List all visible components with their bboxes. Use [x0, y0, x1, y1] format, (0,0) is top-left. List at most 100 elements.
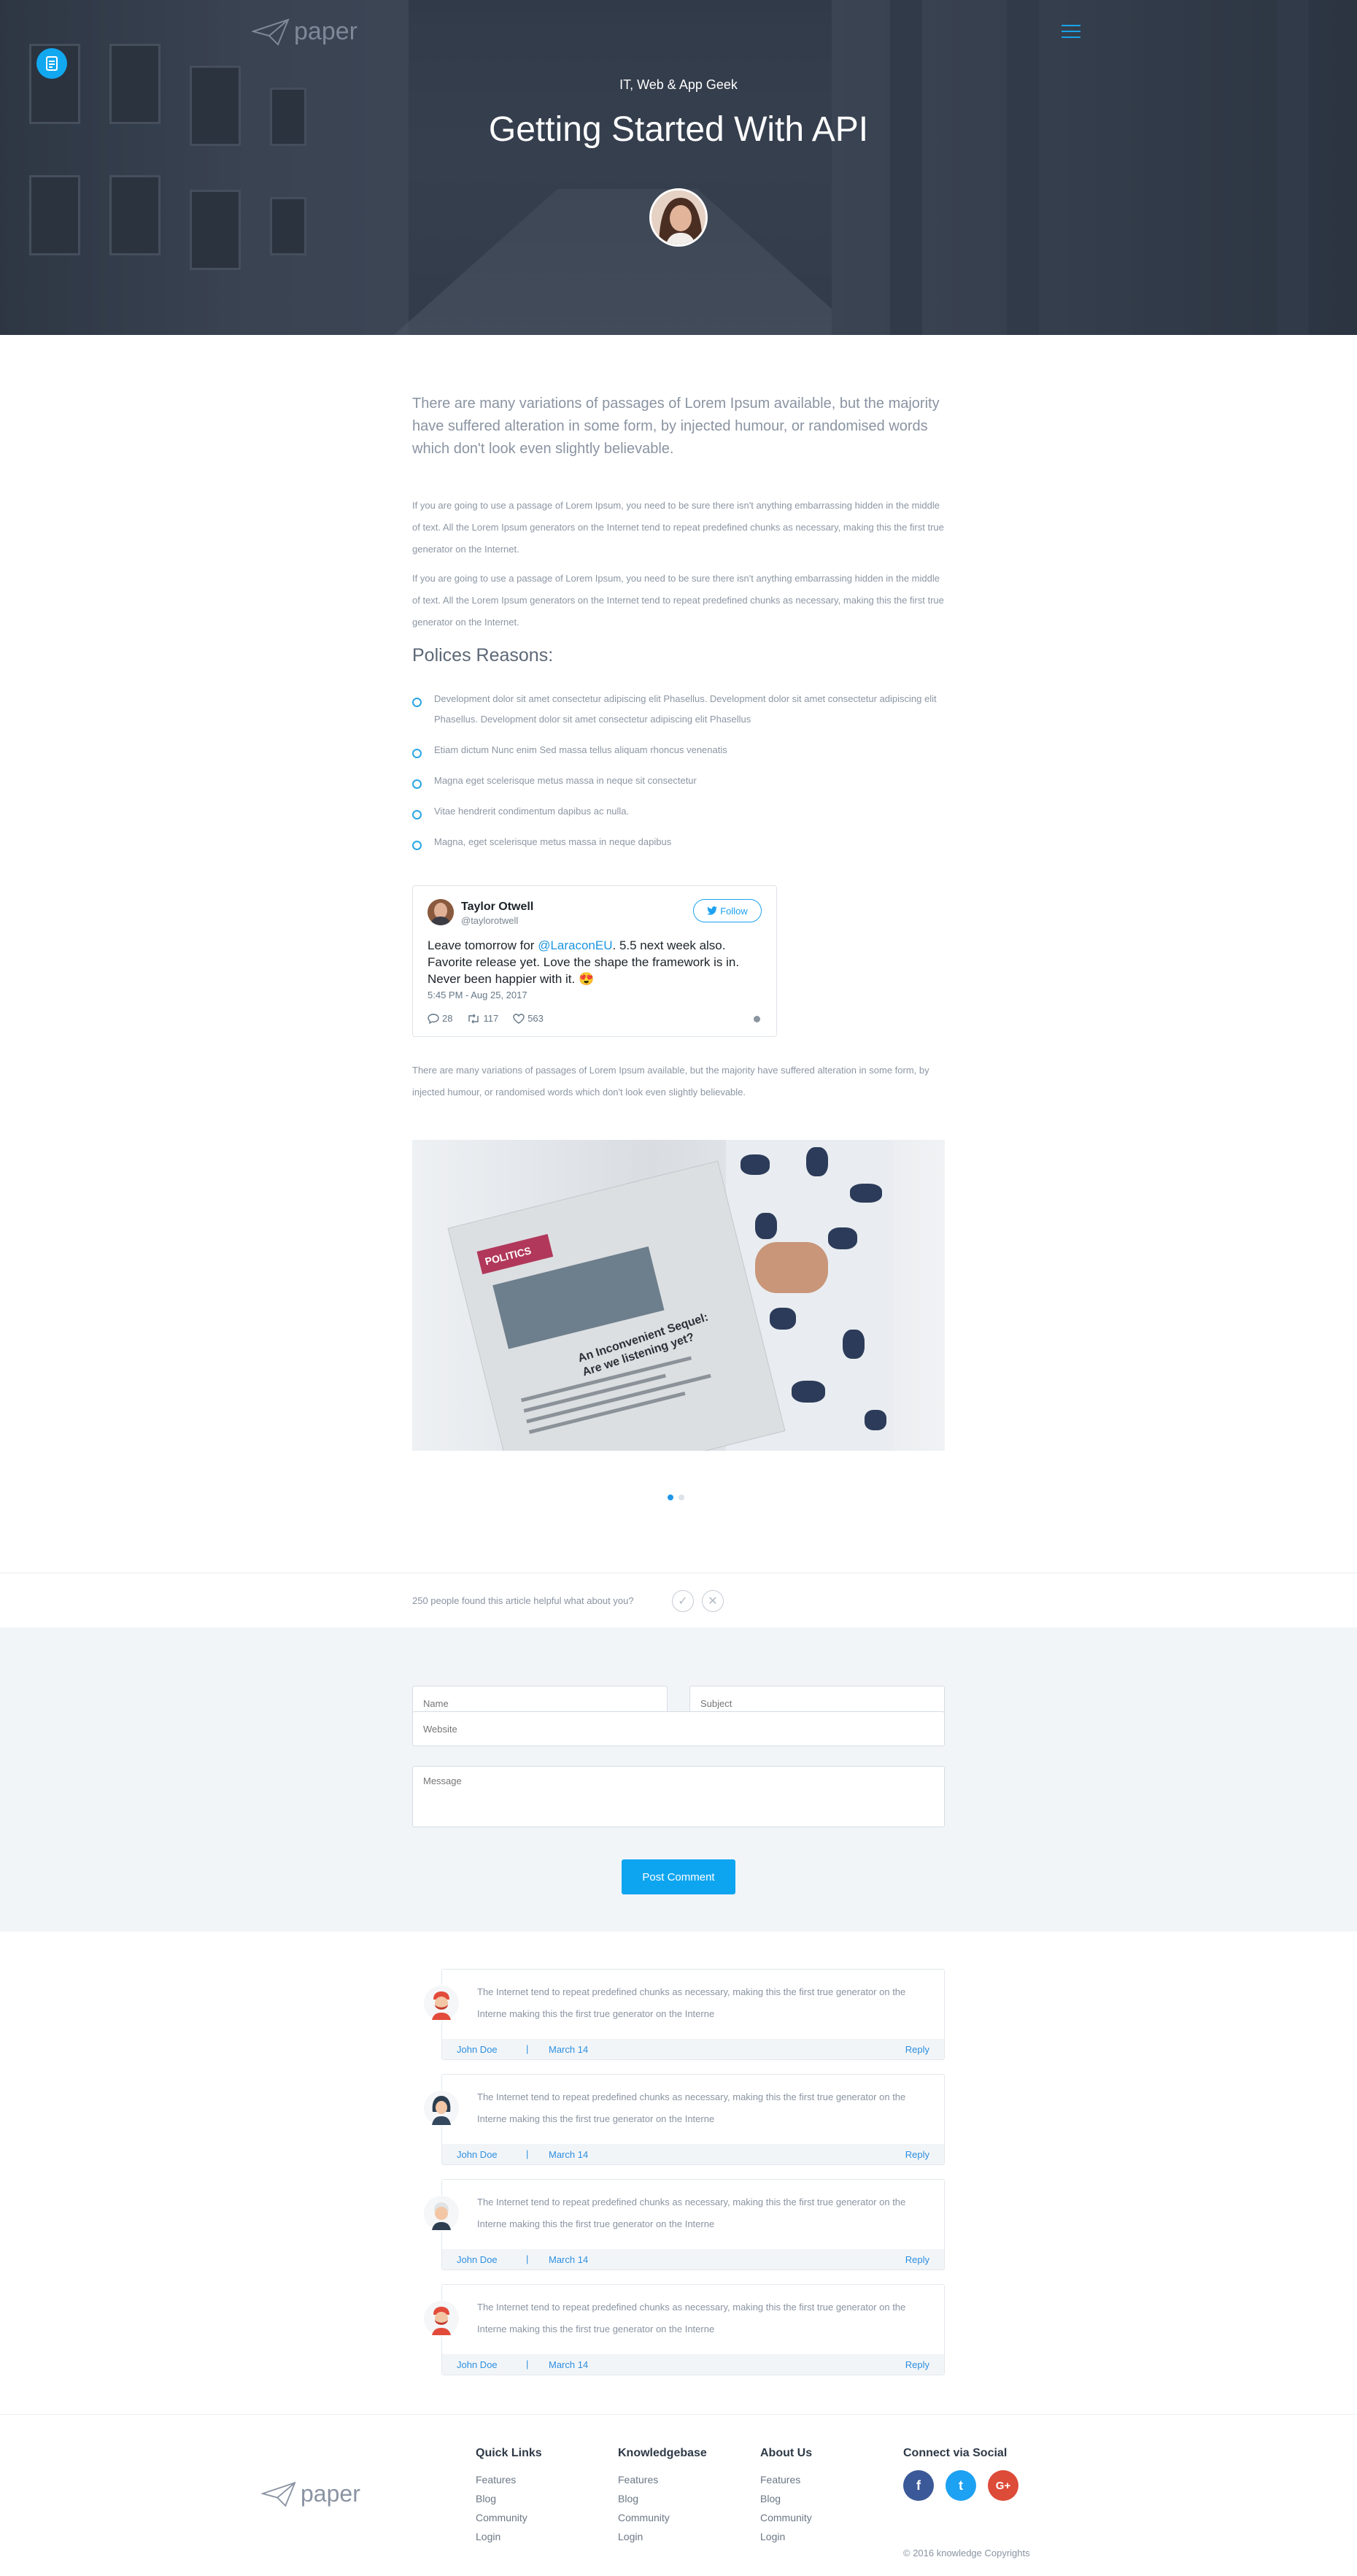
website-field[interactable]	[412, 1711, 945, 1746]
meta-separator: |	[526, 2359, 529, 2369]
comment-meta: John Doe | March 14 Reply	[442, 2144, 944, 2164]
comment-text: The Internet tend to repeat predefined c…	[477, 1986, 906, 2019]
embedded-tweet: Taylor Otwell @taylorotwell Follow Leave…	[412, 885, 777, 1037]
comment-author[interactable]: John Doe	[457, 2044, 498, 2055]
comment-form-section: Post Comment	[0, 1627, 1357, 1932]
tweet-like-action[interactable]: 563	[513, 1013, 544, 1024]
helpful-no-button[interactable]: ✕	[702, 1590, 724, 1612]
paper-plane-icon	[261, 2481, 296, 2507]
list-item: Etiam dictum Nunc enim Sed massa tellus …	[412, 740, 945, 760]
bullet-circle-icon	[412, 841, 422, 850]
bullet-circle-icon	[412, 749, 422, 758]
commenter-avatar[interactable]	[423, 2090, 460, 2126]
list-item: Vitae hendrerit condimentum dapibus ac n…	[412, 801, 945, 822]
article-paragraph: There are many variations of passages of…	[412, 1065, 929, 1098]
facebook-icon[interactable]: f	[903, 2470, 934, 2501]
tweet-text: Leave tomorrow for @LaraconEU. 5.5 next …	[428, 938, 740, 986]
side-action-button[interactable]	[36, 48, 67, 79]
list-item: Magna, eget scelerisque metus massa in n…	[412, 832, 945, 852]
comment-card: The Internet tend to repeat predefined c…	[423, 2179, 945, 2270]
article-image-slider[interactable]: POLITICS An Inconvenient Sequel: Are we …	[412, 1140, 945, 1451]
twitter-icon[interactable]: t	[946, 2470, 976, 2501]
comment-box: The Internet tend to repeat predefined c…	[441, 2179, 945, 2270]
slider-dot[interactable]	[678, 1495, 684, 1500]
footer-link[interactable]: Features	[760, 2470, 812, 2489]
tweet-author-name[interactable]: Taylor Otwell	[461, 901, 533, 914]
commenter-avatar[interactable]	[423, 1985, 460, 2021]
google-plus-icon[interactable]: G+	[988, 2470, 1018, 2501]
footer-column-title: Connect via Social	[903, 2447, 1008, 2459]
reply-link[interactable]: Reply	[905, 2359, 929, 2370]
helpful-text: 250 people found this article helpful wh…	[412, 1594, 634, 1606]
tweet-avatar[interactable]	[428, 899, 454, 925]
comment-author[interactable]: John Doe	[457, 2359, 498, 2370]
tweet-mention-link[interactable]: @LaraconEU	[538, 938, 612, 952]
comment-date: March 14	[549, 2044, 589, 2055]
helpful-yes-button[interactable]: ✓	[672, 1590, 694, 1612]
bearded-man-avatar-icon	[424, 2301, 459, 2336]
reply-link[interactable]: Reply	[905, 2254, 929, 2265]
slider-pagination	[668, 1495, 684, 1500]
old-man-avatar-icon	[424, 2196, 459, 2231]
page-title: Getting Started With API	[488, 110, 869, 149]
footer-link[interactable]: Login	[760, 2527, 812, 2546]
footer-column-title: About Us	[760, 2447, 813, 2459]
logo-text: paper	[301, 2480, 360, 2507]
heart-icon	[513, 1013, 525, 1024]
document-icon	[46, 56, 58, 71]
section-heading: Polices Reasons:	[412, 645, 554, 666]
comment-meta: John Doe | March 14 Reply	[442, 2354, 944, 2375]
comment-card: The Internet tend to repeat predefined c…	[423, 2074, 945, 2165]
footer-link[interactable]: Features	[476, 2470, 542, 2489]
follow-button[interactable]: Follow	[693, 899, 762, 922]
commenter-avatar[interactable]	[423, 2195, 460, 2232]
tweet-author-handle[interactable]: @taylorotwell	[461, 915, 518, 926]
footer-link[interactable]: Features	[618, 2470, 707, 2489]
hamburger-menu-icon[interactable]	[1062, 25, 1080, 38]
reply-link[interactable]: Reply	[905, 2044, 929, 2055]
tweet-timestamp[interactable]: 5:45 PM - Aug 25, 2017	[428, 990, 527, 1000]
tweet-retweet-action[interactable]: 117	[467, 1013, 498, 1024]
slider-dot-active[interactable]	[668, 1495, 673, 1500]
footer-link[interactable]: Login	[476, 2527, 542, 2546]
meta-separator: |	[526, 2043, 529, 2054]
meta-separator: |	[526, 2148, 529, 2159]
footer-link[interactable]: Blog	[618, 2489, 707, 2508]
author-avatar[interactable]	[649, 188, 708, 247]
footer-link[interactable]: Community	[476, 2508, 542, 2527]
comment-box: The Internet tend to repeat predefined c…	[441, 2284, 945, 2375]
comment-card: The Internet tend to repeat predefined c…	[423, 2284, 945, 2375]
comment-box: The Internet tend to repeat predefined c…	[441, 1969, 945, 2060]
comment-card: The Internet tend to repeat predefined c…	[423, 1969, 945, 2060]
comment-text: The Internet tend to repeat predefined c…	[477, 2197, 906, 2229]
reply-link[interactable]: Reply	[905, 2149, 929, 2160]
comment-author[interactable]: John Doe	[457, 2254, 498, 2265]
footer-column-quick-links: Quick Links Features Blog Community Logi…	[476, 2447, 542, 2546]
footer-column-about-us: About Us Features Blog Community Login	[760, 2447, 812, 2546]
footer-column-title: Knowledgebase	[618, 2447, 707, 2459]
info-icon[interactable]	[754, 1016, 760, 1022]
article-paragraph: If you are going to use a passage of Lor…	[412, 573, 944, 628]
bullet-circle-icon	[412, 810, 422, 820]
bullet-circle-icon	[412, 698, 422, 707]
comment-author[interactable]: John Doe	[457, 2149, 498, 2160]
footer-link[interactable]: Login	[618, 2527, 707, 2546]
footer-column-social: Connect via Social f t G+	[903, 2447, 1018, 2501]
footer-link[interactable]: Community	[760, 2508, 812, 2527]
footer-link[interactable]: Blog	[760, 2489, 812, 2508]
tweet-reply-action[interactable]: 28	[428, 1013, 452, 1024]
header-logo[interactable]: paper	[252, 18, 357, 46]
footer-logo[interactable]: paper	[261, 2480, 360, 2507]
user-portrait-icon	[428, 899, 454, 925]
comment-date: March 14	[549, 2359, 589, 2370]
commenter-avatar[interactable]	[423, 2300, 460, 2337]
retweet-icon	[468, 1014, 479, 1023]
comment-meta: John Doe | March 14 Reply	[442, 2039, 944, 2059]
message-field[interactable]	[412, 1766, 945, 1827]
footer-link[interactable]: Blog	[476, 2489, 542, 2508]
footer-link[interactable]: Community	[618, 2508, 707, 2527]
post-comment-button[interactable]: Post Comment	[622, 1859, 735, 1894]
article-paragraph: If you are going to use a passage of Lor…	[412, 500, 944, 555]
hero-overlay	[0, 0, 1357, 335]
hero-banner	[0, 0, 1357, 335]
